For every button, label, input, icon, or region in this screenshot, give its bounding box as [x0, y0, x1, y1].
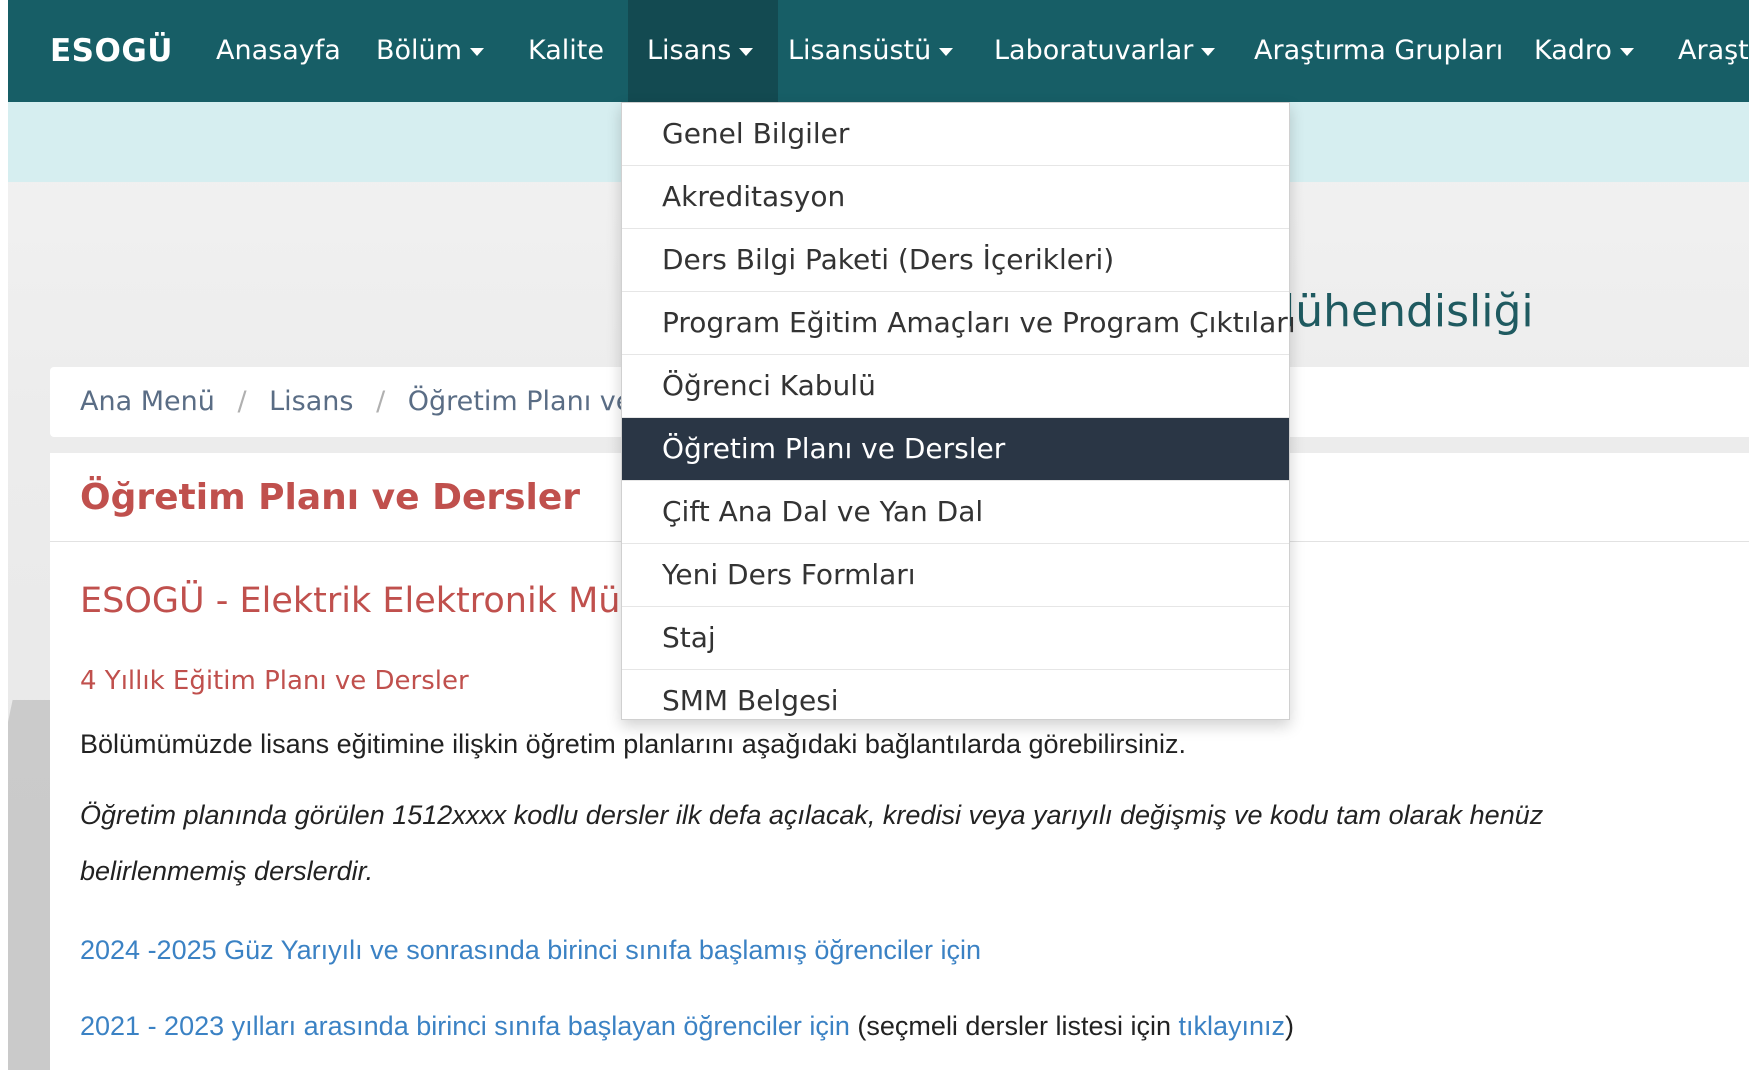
caret-down-icon — [1619, 47, 1634, 56]
menu-item-program-egitim-amaclari[interactable]: Program Eğitim Amaçları ve Program Çıktı… — [622, 292, 1296, 355]
menu-item-akreditasyon[interactable]: Akreditasyon — [622, 166, 1289, 229]
plan-link-row-1: 2024 -2025 Güz Yarıyılı ve sonrasında bi… — [80, 935, 981, 966]
menu-item-genel-bilgiler[interactable]: Genel Bilgiler — [622, 103, 1289, 166]
nav-lisansustu[interactable]: Lisansüstü — [788, 0, 954, 102]
nav-lisans[interactable]: Lisans — [628, 0, 778, 102]
plan-heading: 4 Yıllık Eğitim Planı ve Dersler — [80, 666, 469, 696]
breadcrumb-lisans[interactable]: Lisans — [269, 386, 353, 417]
breadcrumb-separator: / — [237, 386, 247, 417]
plan-link-2021-2023[interactable]: 2021 - 2023 yılları arasında birinci sın… — [80, 1011, 850, 1041]
caret-down-icon — [1201, 47, 1216, 56]
menu-item-staj[interactable]: Staj — [622, 607, 1289, 670]
plan-link-2024[interactable]: 2024 -2025 Güz Yarıyılı ve sonrasında bi… — [80, 935, 981, 965]
nav-arastirma-gruplari[interactable]: Araştırma Grupları — [1254, 0, 1503, 102]
breadcrumb-ana-menu[interactable]: Ana Menü — [80, 386, 215, 417]
menu-item-ders-bilgi-paketi[interactable]: Ders Bilgi Paketi (Ders İçerikleri) — [622, 229, 1289, 292]
caret-down-icon — [739, 47, 754, 56]
menu-item-ogretim-plani[interactable]: Öğretim Planı ve Dersler — [622, 418, 1289, 481]
elective-list-link[interactable]: tıklayınız — [1179, 1011, 1286, 1041]
nav-kadro[interactable]: Kadro — [1534, 0, 1634, 102]
intro-paragraph: Bölümümüzde lisans eğitimine ilişkin öğr… — [80, 729, 1187, 759]
menu-item-cift-ana-dal[interactable]: Çift Ana Dal ve Yan Dal — [622, 481, 1289, 544]
caret-down-icon — [469, 47, 484, 56]
link-suffix-text: (seçmeli dersler listesi için — [849, 1011, 1179, 1041]
menu-item-yeni-ders-formlari[interactable]: Yeni Ders Formları — [622, 544, 1289, 607]
breadcrumb-separator: / — [376, 386, 386, 417]
note-paragraph-line2: belirlenmemiş derslerdir. — [80, 856, 374, 886]
page-title: Öğretim Planı ve Dersler — [80, 477, 581, 518]
brand-logo[interactable]: ESOGÜ — [50, 0, 173, 102]
department-title: lühendisliği — [1283, 286, 1534, 337]
menu-item-ogrenci-kabulu[interactable]: Öğrenci Kabulü — [622, 355, 1289, 418]
lisans-dropdown-menu: Genel Bilgiler Akreditasyon Ders Bilgi P… — [621, 102, 1296, 720]
top-navbar: ESOGÜ Anasayfa Bölüm Kalite Lisans Lisan… — [8, 0, 1749, 102]
caret-down-icon — [939, 47, 954, 56]
link-suffix-close: ) — [1285, 1011, 1295, 1041]
nav-laboratuvarlar[interactable]: Laboratuvarlar — [994, 0, 1216, 102]
nav-kalite[interactable]: Kalite — [528, 0, 604, 102]
nav-bolum[interactable]: Bölüm — [376, 0, 484, 102]
section-heading: ESOGÜ - Elektrik Elektronik Mühe — [80, 581, 665, 621]
note-paragraph-line1: Öğretim planında görülen 1512xxxx kodlu … — [80, 800, 1544, 830]
nav-anasayfa[interactable]: Anasayfa — [216, 0, 341, 102]
plan-link-row-2: 2021 - 2023 yılları arasında birinci sın… — [80, 1011, 1294, 1042]
nav-arastirma-truncated[interactable]: Araşt — [1678, 0, 1749, 102]
menu-item-smm-belgesi[interactable]: SMM Belgesi — [622, 670, 1289, 732]
